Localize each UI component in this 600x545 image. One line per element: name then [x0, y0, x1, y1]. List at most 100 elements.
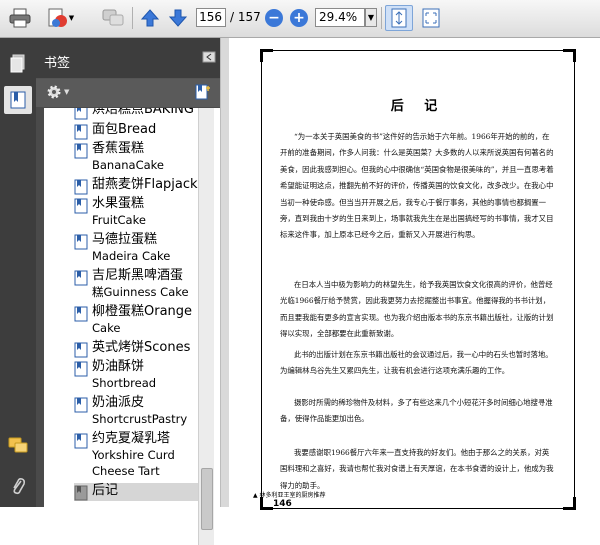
bookmark-label: 约克夏凝乳塔 Yorkshire Curd Cheese Tart: [92, 431, 175, 478]
zoom-in-icon: +: [290, 9, 308, 27]
arrow-down-icon: [168, 9, 188, 27]
bookmarks-panel: 书签 ▼ 烘焙糕点BAKING 面包Bread 香蕉蛋糕 BananaCake …: [36, 38, 238, 545]
page-paragraph: 在日本人当中极为影响力的林望先生，给予我英国饮食文化很高的评价，他曾经光临196…: [280, 280, 554, 339]
document-view: 后 记 “为一本关于英国美食的书”这件好的告示始于六年前。1966年开始的前的，…: [229, 38, 600, 510]
bookmark-item[interactable]: 奶油酥饼 Shortbread: [74, 359, 156, 391]
bookmark-item-selected[interactable]: 后记: [74, 483, 204, 501]
pdf-page: 后 记 “为一本关于英国美食的书”这件好的告示始于六年前。1966年开始的前的，…: [260, 49, 576, 510]
new-bookmark-icon: [195, 84, 210, 100]
bookmark-label: 水果蛋糕 FruitCake: [92, 196, 146, 227]
document-color-icon: [48, 8, 67, 27]
page-paragraph: “为一本关于英国美食的书”这件好的告示始于六年前。1966年开始的前的，在开前的…: [280, 132, 554, 240]
page-heading: 后 记: [390, 99, 446, 114]
toolbar-separator: [381, 7, 382, 29]
page-number: 146: [273, 499, 292, 509]
print-button[interactable]: [6, 6, 34, 30]
bookmark-item[interactable]: 面包Bread: [74, 122, 156, 140]
bookmark-item[interactable]: 柳橙蛋糕Orange Cake: [74, 304, 192, 336]
bookmark-page-icon: [74, 124, 88, 140]
page-paragraph: 我要感谢职1966餐厅六年来一直支持我的好友们。他由于那么之的关系，对英国料理和…: [280, 448, 554, 490]
collapse-panel-button[interactable]: [202, 50, 216, 64]
comment-bubbles-icon: [102, 9, 124, 26]
pages-icon: [10, 54, 25, 73]
navigation-pane-bar: [0, 38, 36, 507]
bookmark-label: 后记: [92, 483, 119, 498]
toolbar-separator: [132, 7, 133, 29]
bookmark-page-icon: [74, 485, 88, 501]
bookmark-item[interactable]: 水果蛋糕 FruitCake: [74, 196, 146, 228]
bookmarks-toolbar: ▼: [36, 79, 220, 107]
bookmark-label: 英式烤饼Scones: [92, 340, 191, 355]
page-corner-mark: [563, 49, 576, 62]
bookmark-page-icon: [74, 179, 88, 195]
comments-button[interactable]: [4, 432, 32, 460]
scrollbar-thumb[interactable]: [201, 468, 213, 530]
fit-page-button[interactable]: [385, 5, 413, 31]
fit-page-icon: [391, 8, 407, 28]
paperclip-icon: [13, 477, 26, 495]
page-corner-mark: [260, 49, 273, 62]
bookmark-label: 香蕉蛋糕 BananaCake: [92, 141, 165, 172]
previous-page-button[interactable]: [138, 6, 162, 30]
bookmark-label: 马德拉蛋糕 Madeira Cake: [92, 232, 171, 263]
chevron-down-icon: ▼: [64, 88, 70, 96]
chevron-down-icon: ▼: [68, 14, 75, 22]
zoom-dropdown-button[interactable]: ▼: [365, 8, 377, 27]
bookmark-page-icon: [74, 270, 88, 286]
gear-icon: [47, 85, 61, 99]
bookmark-page-icon: [74, 397, 88, 413]
page-total-label: / 157: [230, 10, 261, 24]
bookmark-item[interactable]: 英式烤饼Scones: [74, 340, 190, 358]
bookmark-page-icon: [74, 306, 88, 322]
bookmarks-panel-header: 书签: [36, 38, 220, 79]
attachments-button[interactable]: [4, 472, 32, 500]
zoom-out-icon: −: [265, 9, 283, 27]
bookmarks-panel-title: 书签: [44, 56, 71, 71]
page-paragraph: 此书的出版计划在东京书籍出版社的会议通过后，我一心中的石头也暂时落地。为编辑林鸟…: [280, 350, 553, 376]
create-pdf-button[interactable]: ▼: [44, 6, 76, 30]
bookmarks-scrollbar[interactable]: [198, 108, 214, 545]
zoom-in-button[interactable]: +: [289, 6, 309, 30]
new-bookmark-button[interactable]: [194, 84, 212, 103]
bookmark-icon: [10, 91, 26, 109]
bookmark-label: 柳橙蛋糕Orange Cake: [92, 304, 193, 335]
bookmark-label: 奶油酥饼 Shortbread: [92, 359, 157, 390]
full-screen-button[interactable]: [418, 6, 444, 30]
bookmarks-button[interactable]: [4, 86, 32, 114]
bookmark-label: 甜燕麦饼Flapjack: [92, 177, 198, 192]
bookmark-item[interactable]: 奶油派皮 ShortcrustPastry: [74, 395, 187, 427]
options-menu-button[interactable]: ▼: [46, 84, 69, 100]
bookmark-label: 面包Bread: [92, 122, 157, 137]
bookmark-page-icon: [74, 361, 88, 377]
bookmark-label: 吉尼斯黑啤酒蛋 糕Guinness Cake: [92, 268, 189, 299]
expand-icon: [422, 8, 440, 28]
page-paragraph: 摄影时所需的稀珍物件及材料，多了有些这来几个小短花汗多时间细心地搜寻准备，使得作…: [280, 398, 553, 424]
bookmark-item[interactable]: 马德拉蛋糕 Madeira Cake: [74, 232, 170, 264]
toolbar: ▼ 156 / 157 − + 29.4% ▼: [0, 0, 600, 38]
arrow-up-icon: [140, 9, 160, 27]
bookmark-label: 奶油派皮 ShortcrustPastry: [92, 395, 188, 426]
page-corner-mark: [563, 497, 576, 510]
bookmark-page-icon: [74, 198, 88, 214]
collaborate-button[interactable]: [100, 6, 126, 30]
bookmark-label: 烘焙糕点BAKING: [92, 108, 194, 117]
bookmark-page-icon: [74, 143, 88, 159]
printer-icon: [9, 8, 31, 28]
bookmark-item[interactable]: 吉尼斯黑啤酒蛋 糕Guinness Cake: [74, 268, 189, 300]
zoom-level-input[interactable]: 29.4%: [315, 8, 365, 27]
bookmark-page-icon: [74, 234, 88, 250]
next-page-button[interactable]: [166, 6, 190, 30]
page-thumbnails-button[interactable]: [4, 50, 32, 78]
bookmark-item[interactable]: 烘焙糕点BAKING: [74, 108, 194, 120]
bookmark-page-icon: [74, 342, 88, 358]
page-footer: ▲ 林多利亚王室的厨房推荐: [253, 492, 326, 499]
panel-collapse-icon: [202, 51, 216, 63]
bookmark-item[interactable]: 香蕉蛋糕 BananaCake: [74, 141, 164, 173]
bookmark-item[interactable]: 约克夏凝乳塔 Yorkshire Curd Cheese Tart: [74, 431, 175, 479]
comment-icon: [8, 437, 28, 453]
zoom-out-button[interactable]: −: [264, 6, 284, 30]
bookmark-page-icon: [74, 433, 88, 449]
page-number-input[interactable]: 156: [196, 8, 226, 27]
bookmark-page-icon: [74, 108, 88, 120]
bookmark-item[interactable]: 甜燕麦饼Flapjack: [74, 177, 198, 195]
